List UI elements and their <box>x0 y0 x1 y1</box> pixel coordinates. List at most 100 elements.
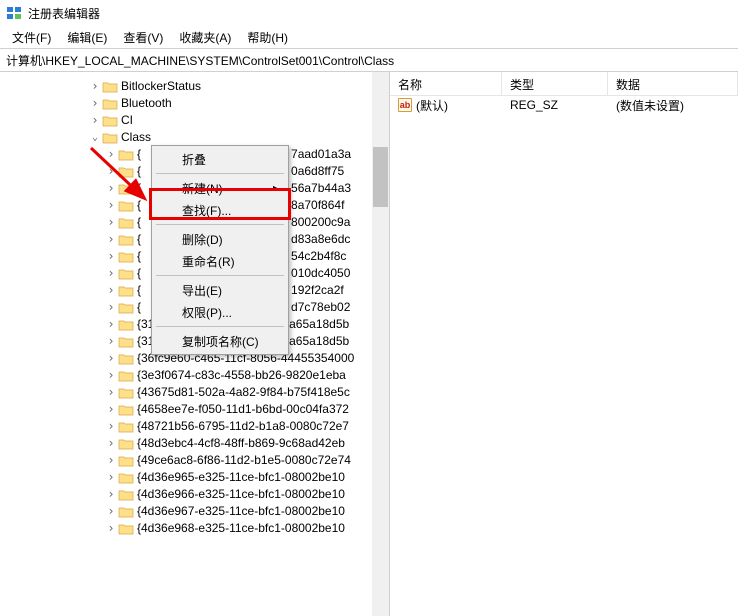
folder-icon <box>118 301 134 315</box>
col-header-name[interactable]: 名称 <box>390 72 502 95</box>
tree-item[interactable]: {4658ee7e-f050-11d1-b6bd-00c04fa372 <box>0 401 389 418</box>
chevron-right-icon[interactable] <box>104 180 118 198</box>
value-data: (数值未设置) <box>608 97 738 114</box>
tree-pane: BitlockerStatusBluetoothCIClass{7aad01a3… <box>0 72 390 616</box>
cm-find[interactable]: 查找(F)... <box>154 199 286 221</box>
chevron-right-icon[interactable] <box>104 486 118 504</box>
tree-item-label: { <box>137 146 141 163</box>
chevron-right-icon[interactable] <box>104 197 118 215</box>
chevron-right-icon[interactable] <box>104 231 118 249</box>
chevron-right-icon[interactable] <box>104 469 118 487</box>
folder-icon <box>118 369 134 383</box>
tree-item[interactable]: Class <box>0 129 389 146</box>
cm-sep <box>156 275 284 276</box>
tree-item-label: {4d36e967-e325-11ce-bfc1-08002be10 <box>137 503 345 520</box>
tree-item[interactable]: {4d36e965-e325-11ce-bfc1-08002be10 <box>0 469 389 486</box>
tree-item[interactable]: BitlockerStatus <box>0 78 389 95</box>
tree-item[interactable]: {4d36e968-e325-11ce-bfc1-08002be10 <box>0 520 389 537</box>
menu-file[interactable]: 文件(F) <box>4 27 59 48</box>
chevron-right-icon[interactable] <box>104 452 118 470</box>
context-menu: 折叠 新建(N)▸ 查找(F)... 删除(D) 重命名(R) 导出(E) 权限… <box>151 145 289 355</box>
cm-permissions[interactable]: 权限(P)... <box>154 301 286 323</box>
tree-item-label-suffix: 56a7b44a3 <box>291 180 351 197</box>
chevron-right-icon[interactable] <box>104 163 118 181</box>
folder-icon <box>118 182 134 196</box>
tree-item[interactable]: {4d36e967-e325-11ce-bfc1-08002be10 <box>0 503 389 520</box>
chevron-right-icon[interactable] <box>88 95 102 113</box>
menubar: 文件(F) 编辑(E) 查看(V) 收藏夹(A) 帮助(H) <box>0 26 738 48</box>
chevron-right-icon[interactable] <box>104 401 118 419</box>
cm-collapse[interactable]: 折叠 <box>154 148 286 170</box>
tree-item-label: BitlockerStatus <box>121 78 201 95</box>
chevron-right-icon[interactable] <box>88 112 102 130</box>
menu-edit[interactable]: 编辑(E) <box>59 27 115 48</box>
col-header-type[interactable]: 类型 <box>502 72 608 95</box>
chevron-right-icon[interactable] <box>104 146 118 164</box>
cm-delete[interactable]: 删除(D) <box>154 228 286 250</box>
folder-icon <box>118 403 134 417</box>
cm-copykey[interactable]: 复制项名称(C) <box>154 330 286 352</box>
chevron-right-icon[interactable] <box>104 214 118 232</box>
cm-sep <box>156 173 284 174</box>
tree-item-label: Class <box>121 129 151 146</box>
chevron-right-icon[interactable] <box>104 520 118 538</box>
folder-icon <box>118 335 134 349</box>
folder-icon <box>118 284 134 298</box>
folder-icon <box>118 267 134 281</box>
chevron-right-icon[interactable] <box>104 248 118 266</box>
tree-item[interactable]: Bluetooth <box>0 95 389 112</box>
value-type: REG_SZ <box>502 98 608 112</box>
app-icon <box>6 5 22 21</box>
tree-item[interactable]: {48d3ebc4-4cf8-48ff-b869-9c68ad42eb <box>0 435 389 452</box>
folder-icon <box>102 80 118 94</box>
chevron-right-icon[interactable] <box>104 299 118 317</box>
tree-item-label-suffix: 7aad01a3a <box>291 146 351 163</box>
list-row[interactable]: ab (默认) REG_SZ (数值未设置) <box>390 96 738 114</box>
chevron-right-icon[interactable] <box>104 333 118 351</box>
cm-export[interactable]: 导出(E) <box>154 279 286 301</box>
menu-view[interactable]: 查看(V) <box>115 27 171 48</box>
menu-favorites[interactable]: 收藏夹(A) <box>171 27 239 48</box>
chevron-right-icon[interactable] <box>104 316 118 334</box>
tree-item-label: {4d36e968-e325-11ce-bfc1-08002be10 <box>137 520 345 537</box>
chevron-right-icon[interactable] <box>104 503 118 521</box>
tree-item[interactable]: {4d36e966-e325-11ce-bfc1-08002be10 <box>0 486 389 503</box>
chevron-right-icon[interactable] <box>88 78 102 96</box>
content: BitlockerStatusBluetoothCIClass{7aad01a3… <box>0 72 738 616</box>
tree-vscrollbar[interactable] <box>372 72 389 616</box>
folder-icon <box>118 386 134 400</box>
folder-icon <box>102 97 118 111</box>
address-bar[interactable]: 计算机\HKEY_LOCAL_MACHINE\SYSTEM\ControlSet… <box>0 48 738 72</box>
chevron-right-icon[interactable] <box>104 350 118 368</box>
cm-rename[interactable]: 重命名(R) <box>154 250 286 272</box>
chevron-right-icon[interactable] <box>104 367 118 385</box>
menu-help[interactable]: 帮助(H) <box>239 27 296 48</box>
submenu-arrow-icon: ▸ <box>273 183 278 194</box>
tree-item-label: CI <box>121 112 133 129</box>
scroll-thumb[interactable] <box>373 147 388 207</box>
chevron-right-icon[interactable] <box>104 435 118 453</box>
tree-item[interactable]: CI <box>0 112 389 129</box>
tree-item[interactable]: {48721b56-6795-11d2-b1a8-0080c72e7 <box>0 418 389 435</box>
window-title: 注册表编辑器 <box>28 5 100 22</box>
cm-sep <box>156 326 284 327</box>
tree-item-label-suffix: 54c2b4f8c <box>291 248 346 265</box>
chevron-right-icon[interactable] <box>104 265 118 283</box>
folder-icon <box>118 165 134 179</box>
cm-new[interactable]: 新建(N)▸ <box>154 177 286 199</box>
tree-item[interactable]: {3e3f0674-c83c-4558-bb26-9820e1eba <box>0 367 389 384</box>
folder-icon <box>118 454 134 468</box>
folder-icon <box>118 233 134 247</box>
tree-item-label: Bluetooth <box>121 95 172 112</box>
folder-icon <box>118 318 134 332</box>
tree-item[interactable]: {43675d81-502a-4a82-9f84-b75f418e5c <box>0 384 389 401</box>
col-header-data[interactable]: 数据 <box>608 72 738 95</box>
tree-item[interactable]: {49ce6ac8-6f86-11d2-b1e5-0080c72e74 <box>0 452 389 469</box>
chevron-right-icon[interactable] <box>104 384 118 402</box>
chevron-down-icon[interactable] <box>88 129 102 146</box>
folder-icon <box>118 522 134 536</box>
address-text: 计算机\HKEY_LOCAL_MACHINE\SYSTEM\ControlSet… <box>6 52 394 69</box>
chevron-right-icon[interactable] <box>104 282 118 300</box>
folder-icon <box>118 148 134 162</box>
chevron-right-icon[interactable] <box>104 418 118 436</box>
